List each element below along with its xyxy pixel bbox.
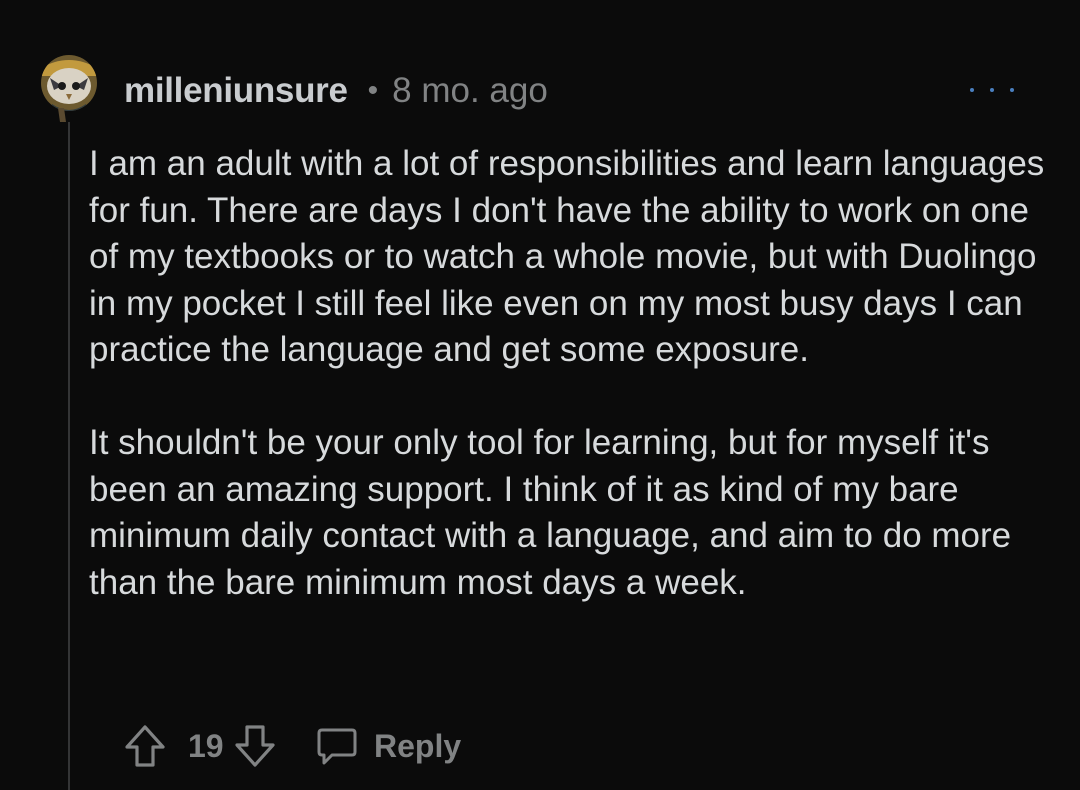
- comment-paragraph: I am an adult with a lot of responsibili…: [89, 144, 1045, 369]
- ellipsis-icon: [990, 88, 994, 92]
- comment-body: I am an adult with a lot of responsibili…: [89, 141, 1049, 606]
- speech-bubble-icon: [317, 728, 357, 765]
- timestamp: 8 mo. ago: [392, 71, 548, 110]
- ellipsis-icon: [970, 88, 974, 92]
- avatar-image: [41, 55, 97, 122]
- username[interactable]: milleniunsure: [124, 71, 348, 111]
- reply-button[interactable]: Reply: [316, 726, 461, 766]
- separator-dot: •: [367, 74, 379, 107]
- vote-score: 19: [188, 727, 224, 764]
- reply-label: Reply: [374, 727, 462, 764]
- more-options-button[interactable]: [970, 78, 1014, 102]
- avatar[interactable]: [40, 46, 98, 122]
- downvote-arrow-icon[interactable]: [234, 724, 276, 768]
- thread-line[interactable]: [68, 122, 70, 790]
- comment-actions: 19 Reply: [124, 718, 461, 774]
- upvote-arrow-icon[interactable]: [124, 724, 166, 768]
- ellipsis-icon: [1010, 88, 1014, 92]
- comment-paragraph: It shouldn't be your only tool for learn…: [89, 423, 1012, 602]
- comment-header: milleniunsure • 8 mo. ago: [124, 68, 548, 114]
